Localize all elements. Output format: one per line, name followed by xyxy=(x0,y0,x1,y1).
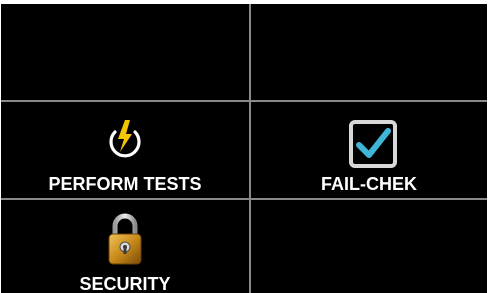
empty-tile-top-right xyxy=(251,4,487,100)
perform-tests-button[interactable]: PERFORM TESTS xyxy=(1,102,249,198)
empty-tile-bottom-right xyxy=(251,200,487,293)
power-bolt-icon xyxy=(109,120,141,158)
vertical-divider xyxy=(249,4,251,293)
checkbox-checked-icon xyxy=(349,120,397,168)
perform-tests-label: PERFORM TESTS xyxy=(48,174,202,194)
horizontal-divider-top xyxy=(1,100,487,102)
fail-chek-label: FAIL-CHEK xyxy=(321,174,417,194)
security-label: SECURITY xyxy=(79,274,171,293)
menu-screen: PERFORM TESTS FAIL-CHEK SECURITY xyxy=(1,4,487,293)
padlock-icon xyxy=(108,213,142,265)
security-button[interactable]: SECURITY xyxy=(1,200,249,293)
fail-chek-button[interactable]: FAIL-CHEK xyxy=(251,102,487,198)
empty-tile-top-left xyxy=(1,4,249,100)
horizontal-divider-bottom xyxy=(1,198,487,200)
